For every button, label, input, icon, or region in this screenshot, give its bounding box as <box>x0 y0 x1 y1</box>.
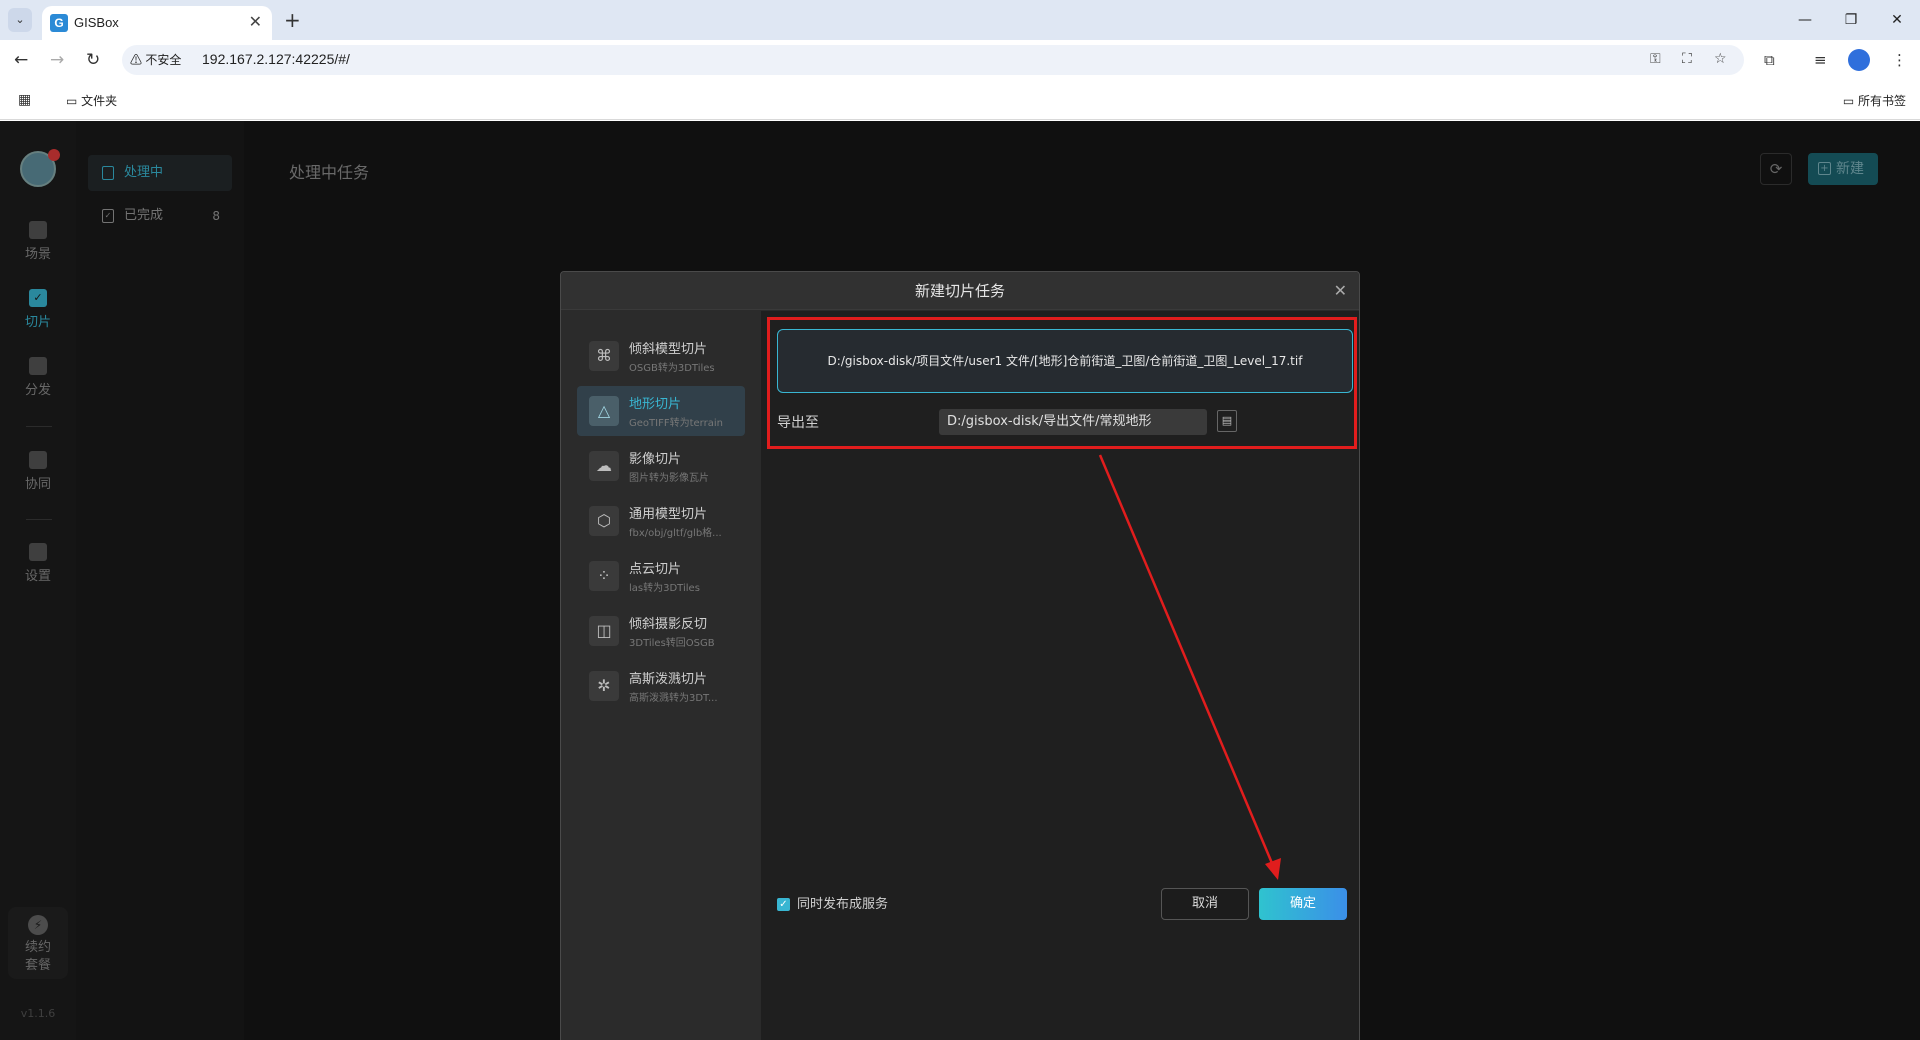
new-tab-button[interactable]: + <box>284 8 301 32</box>
publish-label: 同时发布成服务 <box>797 897 889 912</box>
type-name: 高斯泼溅切片 <box>629 672 708 687</box>
url-box[interactable]: ⚠ 不安全 192.167.2.127:42225/#/ ⚿ ⛶ ☆ <box>122 45 1744 75</box>
slice-type-list: ⌘ 倾斜模型切片 OSGB转为3DTiles △ 地形切片 GeoTIFF转为t… <box>561 311 761 1040</box>
type-desc: 高斯泼溅转为3DT... <box>629 693 718 704</box>
type-name: 影像切片 <box>629 452 682 467</box>
type-desc: fbx/obj/gltf/glb格... <box>629 528 722 539</box>
generic-model-icon: ⬡ <box>589 506 619 536</box>
type-item-reverse-slice[interactable]: ◫ 倾斜摄影反切 3DTiles转回OSGB <box>577 606 745 656</box>
type-name: 点云切片 <box>629 562 682 577</box>
bookmark-star-icon[interactable]: ☆ <box>1714 51 1727 67</box>
reload-button[interactable]: ↻ <box>86 49 100 71</box>
restore-button[interactable]: ❐ <box>1828 8 1874 32</box>
close-window-button[interactable]: ✕ <box>1874 8 1920 32</box>
apps-grid-icon[interactable]: ▦ <box>18 92 31 108</box>
dialog-header: 新建切片任务 ✕ <box>561 272 1359 310</box>
extensions-icon[interactable]: ⧉ <box>1764 49 1775 71</box>
media-control-icon[interactable]: ≡ <box>1814 49 1827 71</box>
cancel-button[interactable]: 取消 <box>1161 888 1249 920</box>
type-item-generic-model[interactable]: ⬡ 通用模型切片 fbx/obj/gltf/glb格... <box>577 496 745 546</box>
confirm-button[interactable]: 确定 <box>1259 888 1347 920</box>
annotation-highlight-box <box>767 317 1357 449</box>
reverse-slice-icon: ◫ <box>589 616 619 646</box>
type-desc: OSGB转为3DTiles <box>629 363 715 374</box>
type-item-terrain[interactable]: △ 地形切片 GeoTIFF转为terrain <box>577 386 745 436</box>
profile-avatar[interactable] <box>1848 49 1870 71</box>
task-form: D:/gisbox-disk/项目文件/user1 文件/[地形]仓前街道_卫图… <box>761 311 1359 1040</box>
type-name: 倾斜模型切片 <box>629 342 708 357</box>
tab-close-icon[interactable]: ✕ <box>249 13 262 31</box>
gaussian-splat-icon: ✲ <box>589 671 619 701</box>
back-button[interactable]: ← <box>14 49 28 71</box>
type-item-oblique-model[interactable]: ⌘ 倾斜模型切片 OSGB转为3DTiles <box>577 331 745 381</box>
url-text[interactable]: 192.167.2.127:42225/#/ <box>202 51 350 67</box>
browser-menu-icon[interactable]: ⋮ <box>1892 49 1907 71</box>
imagery-icon: ☁ <box>589 451 619 481</box>
type-desc: 3DTiles转回OSGB <box>629 638 715 649</box>
tab-title: GISBox <box>74 15 119 30</box>
dialog-title: 新建切片任务 <box>914 282 1005 300</box>
type-desc: 图片转为影像瓦片 <box>629 473 709 484</box>
address-bar-row: ← → ↻ ⚠ 不安全 192.167.2.127:42225/#/ ⚿ ⛶ ☆… <box>0 40 1920 80</box>
type-desc: las转为3DTiles <box>629 583 700 594</box>
bookmark-bar: ▦ ▭ 文件夹 ▭ 所有书签 <box>0 80 1920 120</box>
translate-icon[interactable]: ⛶ <box>1682 51 1692 67</box>
new-slice-task-dialog: 新建切片任务 ✕ ⌘ 倾斜模型切片 OSGB转为3DTiles △ 地形切片 G… <box>560 271 1360 1040</box>
minimize-button[interactable]: — <box>1782 8 1828 32</box>
bookmark-folder[interactable]: ▭ 文件夹 <box>66 92 117 109</box>
type-name: 通用模型切片 <box>629 507 708 522</box>
tab-search-button[interactable]: ⌄ <box>8 8 32 32</box>
point-cloud-icon: ⁘ <box>589 561 619 591</box>
browser-tab[interactable]: G GISBox ✕ <box>42 6 272 40</box>
gisbox-app: 场景 ✓ 切片 分发 协同 设置 ⚡ 续约 套餐 v1.1.6 处理中 ✓ 已完… <box>0 121 1920 1040</box>
close-icon[interactable]: ✕ <box>1334 272 1347 310</box>
type-desc: GeoTIFF转为terrain <box>629 418 723 429</box>
terrain-icon: △ <box>589 396 619 426</box>
browser-tab-bar: ⌄ G GISBox ✕ + — ❐ ✕ <box>0 0 1920 40</box>
checkbox-checked-icon: ✓ <box>777 898 790 911</box>
type-item-gaussian-splat[interactable]: ✲ 高斯泼溅切片 高斯泼溅转为3DT... <box>577 661 745 711</box>
oblique-model-icon: ⌘ <box>589 341 619 371</box>
gisbox-favicon-icon: G <box>50 14 68 32</box>
type-name: 地形切片 <box>629 397 682 412</box>
type-item-imagery[interactable]: ☁ 影像切片 图片转为影像瓦片 <box>577 441 745 491</box>
type-name: 倾斜摄影反切 <box>629 617 708 632</box>
publish-service-checkbox[interactable]: ✓ 同时发布成服务 <box>777 896 888 914</box>
insecure-indicator[interactable]: ⚠ 不安全 <box>130 51 181 68</box>
password-key-icon[interactable]: ⚿ <box>1650 51 1661 67</box>
type-item-point-cloud[interactable]: ⁘ 点云切片 las转为3DTiles <box>577 551 745 601</box>
forward-button[interactable]: → <box>50 49 64 71</box>
all-bookmarks[interactable]: ▭ 所有书签 <box>1843 92 1906 109</box>
